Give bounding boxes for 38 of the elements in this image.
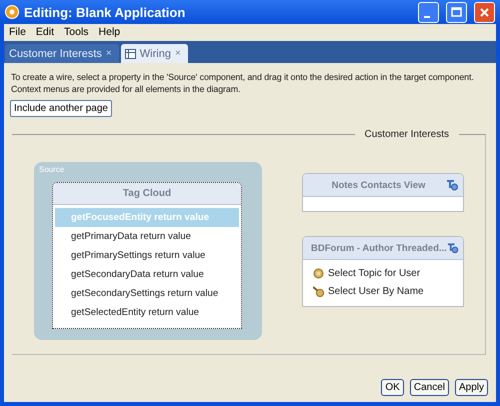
dialog-button[interactable]: OK [381,379,404,396]
dialog-button[interactable]: Cancel [410,379,449,396]
component-title: BDForum - Author Threaded... [311,242,447,254]
menu-item[interactable]: Tools [64,26,89,38]
app-logo-icon [5,5,19,19]
plug-icon[interactable] [446,179,459,191]
instruction-text: Context menus are provided for all elements in the diagram. [11,83,240,95]
menu-item[interactable]: Help [98,26,120,38]
coin-icon [313,268,324,278]
property-item[interactable]: getSecondaryData return value [55,265,239,284]
include-page-button[interactable]: Include another page [10,100,112,117]
close-icon [478,6,491,18]
action-item[interactable]: Select User By Name [328,286,424,296]
tab[interactable]: Customer Interests × [5,44,119,63]
maximize-button[interactable] [446,2,467,22]
property-item[interactable]: getSelectedEntity return value [55,303,239,322]
component-title: Tag Cloud [122,188,172,199]
action-item[interactable]: Select Topic for User [328,268,420,278]
tab-close-icon[interactable]: × [106,48,112,59]
property-item[interactable]: getPrimaryData return value [55,227,239,246]
property-item[interactable]: getPrimarySettings return value [55,246,239,265]
instruction-text: To create a wire, select a property in the 'Source' component, and drag it onto the desired action in the target component. [11,71,474,83]
dialog-button[interactable]: Apply [454,379,488,396]
maximize-icon [450,6,463,18]
pointer-icon [313,286,324,296]
close-button[interactable] [474,2,495,22]
minimize-button[interactable] [418,2,439,22]
menu-item[interactable]: Edit [36,26,54,38]
component-title: Notes Contacts View [330,180,426,190]
property-item[interactable]: getSecondarySettings return value [55,284,239,303]
window-title: Editing: Blank Application [24,4,186,20]
group-legend: Customer Interests [354,129,459,140]
source-label: Source [39,165,64,174]
plug-icon[interactable] [446,242,459,254]
menu-item[interactable]: File [9,26,26,38]
tab[interactable]: Wiring × [120,44,188,63]
table-icon [124,48,136,58]
minimize-icon [424,16,430,18]
